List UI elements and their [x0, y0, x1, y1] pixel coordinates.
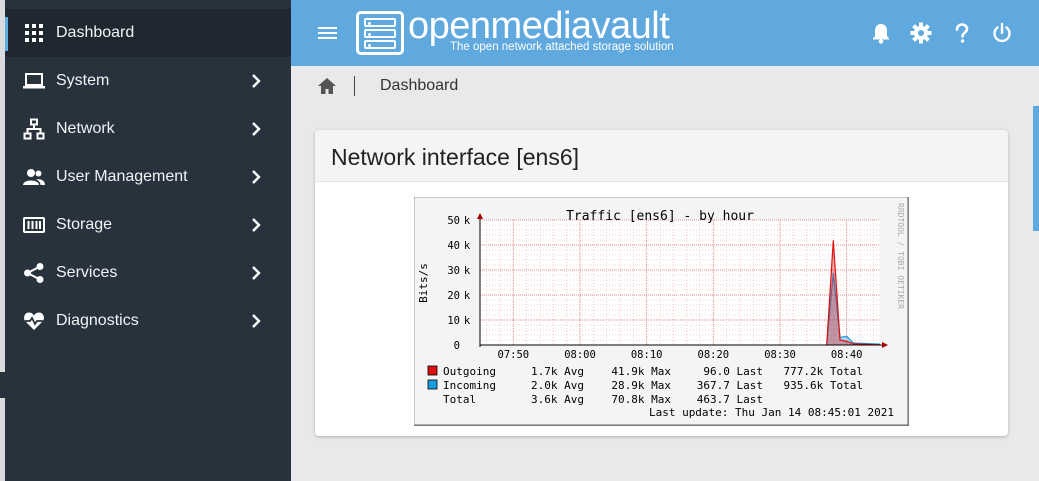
sidebar-item-user-management[interactable]: User Management — [5, 153, 291, 201]
sidebar-item-network[interactable]: Network — [5, 105, 291, 153]
x-tick-label: 08:20 — [698, 349, 730, 361]
rrdtool-watermark: RRDTOOL / TOBI OETIKER — [896, 203, 905, 309]
sidebar-item-label: Diagnostics — [56, 312, 139, 329]
legend-name: Total — [443, 393, 476, 406]
traffic-chart: Traffic [ens6] - by hour Bits/s RRDTOOL … — [414, 197, 909, 426]
legend-max: 28.9k Max — [611, 379, 671, 392]
chevron-right-icon — [252, 74, 261, 88]
legend-total: 935.6k Total — [784, 379, 863, 392]
y-tick-unit: k — [464, 215, 471, 227]
bell-icon[interactable] — [870, 22, 892, 44]
chevron-right-icon — [252, 170, 261, 184]
y-tick-unit: k — [464, 265, 471, 277]
y-axis-label: Bits/s — [417, 263, 430, 303]
power-icon[interactable] — [991, 22, 1013, 44]
y-tick-label: 30 — [447, 265, 460, 277]
widget-title: Network interface [ens6] — [331, 144, 580, 170]
sidebar-item-label: Services — [56, 264, 118, 281]
x-tick-label: 08:30 — [764, 349, 796, 361]
legend-avg: 1.7k Avg — [531, 365, 584, 378]
y-tick-label: 10 — [447, 315, 460, 327]
legend-max: 70.8k Max — [611, 393, 671, 406]
legend-max: 41.9k Max — [611, 365, 671, 378]
share-icon — [24, 263, 44, 283]
network-icon — [23, 118, 45, 140]
chevron-right-icon — [252, 218, 261, 232]
home-icon[interactable] — [317, 76, 337, 96]
sidebar-item-label: System — [56, 72, 110, 89]
chevron-right-icon — [252, 122, 261, 136]
x-tick-label: 08:40 — [831, 349, 863, 361]
scrollbar-thumb[interactable] — [1033, 106, 1039, 231]
y-tick-label: 50 — [447, 215, 460, 227]
sidebar-item-label: Storage — [56, 216, 113, 233]
users-icon — [23, 169, 45, 185]
chevron-right-icon — [252, 314, 261, 328]
sidebar-item-dashboard[interactable]: Dashboard — [5, 9, 291, 57]
legend-avg: 3.6k Avg — [531, 393, 584, 406]
laptop-icon — [23, 73, 45, 89]
sidebar-item-label: Dashboard — [56, 24, 135, 41]
x-tick-label: 08:10 — [631, 349, 663, 361]
breadcrumb: Dashboard — [291, 66, 1039, 106]
legend-swatch — [427, 365, 438, 376]
last-update: Last update: Thu Jan 14 08:45:01 2021 — [649, 406, 894, 419]
legend-name: Incoming — [443, 379, 496, 392]
dashboard-grid-icon — [25, 24, 43, 42]
active-indicator — [5, 17, 8, 51]
x-tick-label: 07:50 — [498, 349, 530, 361]
sidebar-item-label: Network — [56, 120, 115, 137]
storage-icon — [23, 217, 45, 233]
legend-swatch — [427, 379, 438, 390]
sidebar-item-label: User Management — [56, 168, 188, 185]
chart-title: Traffic [ens6] - by hour — [566, 209, 754, 224]
logo-icon — [356, 11, 404, 55]
legend-total: 777.2k Total — [784, 365, 863, 378]
breadcrumb-current: Dashboard — [380, 77, 459, 94]
y-tick-label: 20 — [447, 290, 460, 302]
y-tick-unit: k — [464, 290, 471, 302]
legend-last: 96.0 Last — [703, 365, 763, 378]
heart-pulse-icon — [24, 312, 44, 330]
legend-avg: 2.0k Avg — [531, 379, 584, 392]
widget-header: Network interface [ens6] — [315, 130, 1008, 182]
breadcrumb-separator — [354, 76, 355, 96]
hamburger-menu-icon[interactable] — [318, 24, 338, 42]
sidebar-item-services[interactable]: Services — [5, 249, 291, 297]
sidebar-item-storage[interactable]: Storage — [5, 201, 291, 249]
gear-icon[interactable] — [910, 22, 932, 44]
x-tick-label: 08:00 — [564, 349, 596, 361]
y-tick-unit: k — [464, 240, 471, 252]
top-header: openmediavault The open network attached… — [291, 0, 1039, 66]
sidebar-item-diagnostics[interactable]: Diagnostics — [5, 297, 291, 345]
sidebar: Dashboard System Network User Management… — [5, 0, 291, 481]
legend-name: Outgoing — [443, 365, 496, 378]
brand-tagline: The open network attached storage soluti… — [450, 41, 674, 53]
brand-name: openmediavault — [408, 5, 670, 47]
help-icon[interactable] — [951, 22, 973, 44]
chevron-right-icon — [252, 266, 261, 280]
sidebar-item-system[interactable]: System — [5, 57, 291, 105]
y-tick-unit: k — [464, 315, 471, 327]
y-tick-label: 0 — [454, 340, 460, 352]
y-tick-label: 40 — [447, 240, 460, 252]
legend-last: 367.7 Last — [697, 379, 763, 392]
legend-last: 463.7 Last — [697, 393, 763, 406]
